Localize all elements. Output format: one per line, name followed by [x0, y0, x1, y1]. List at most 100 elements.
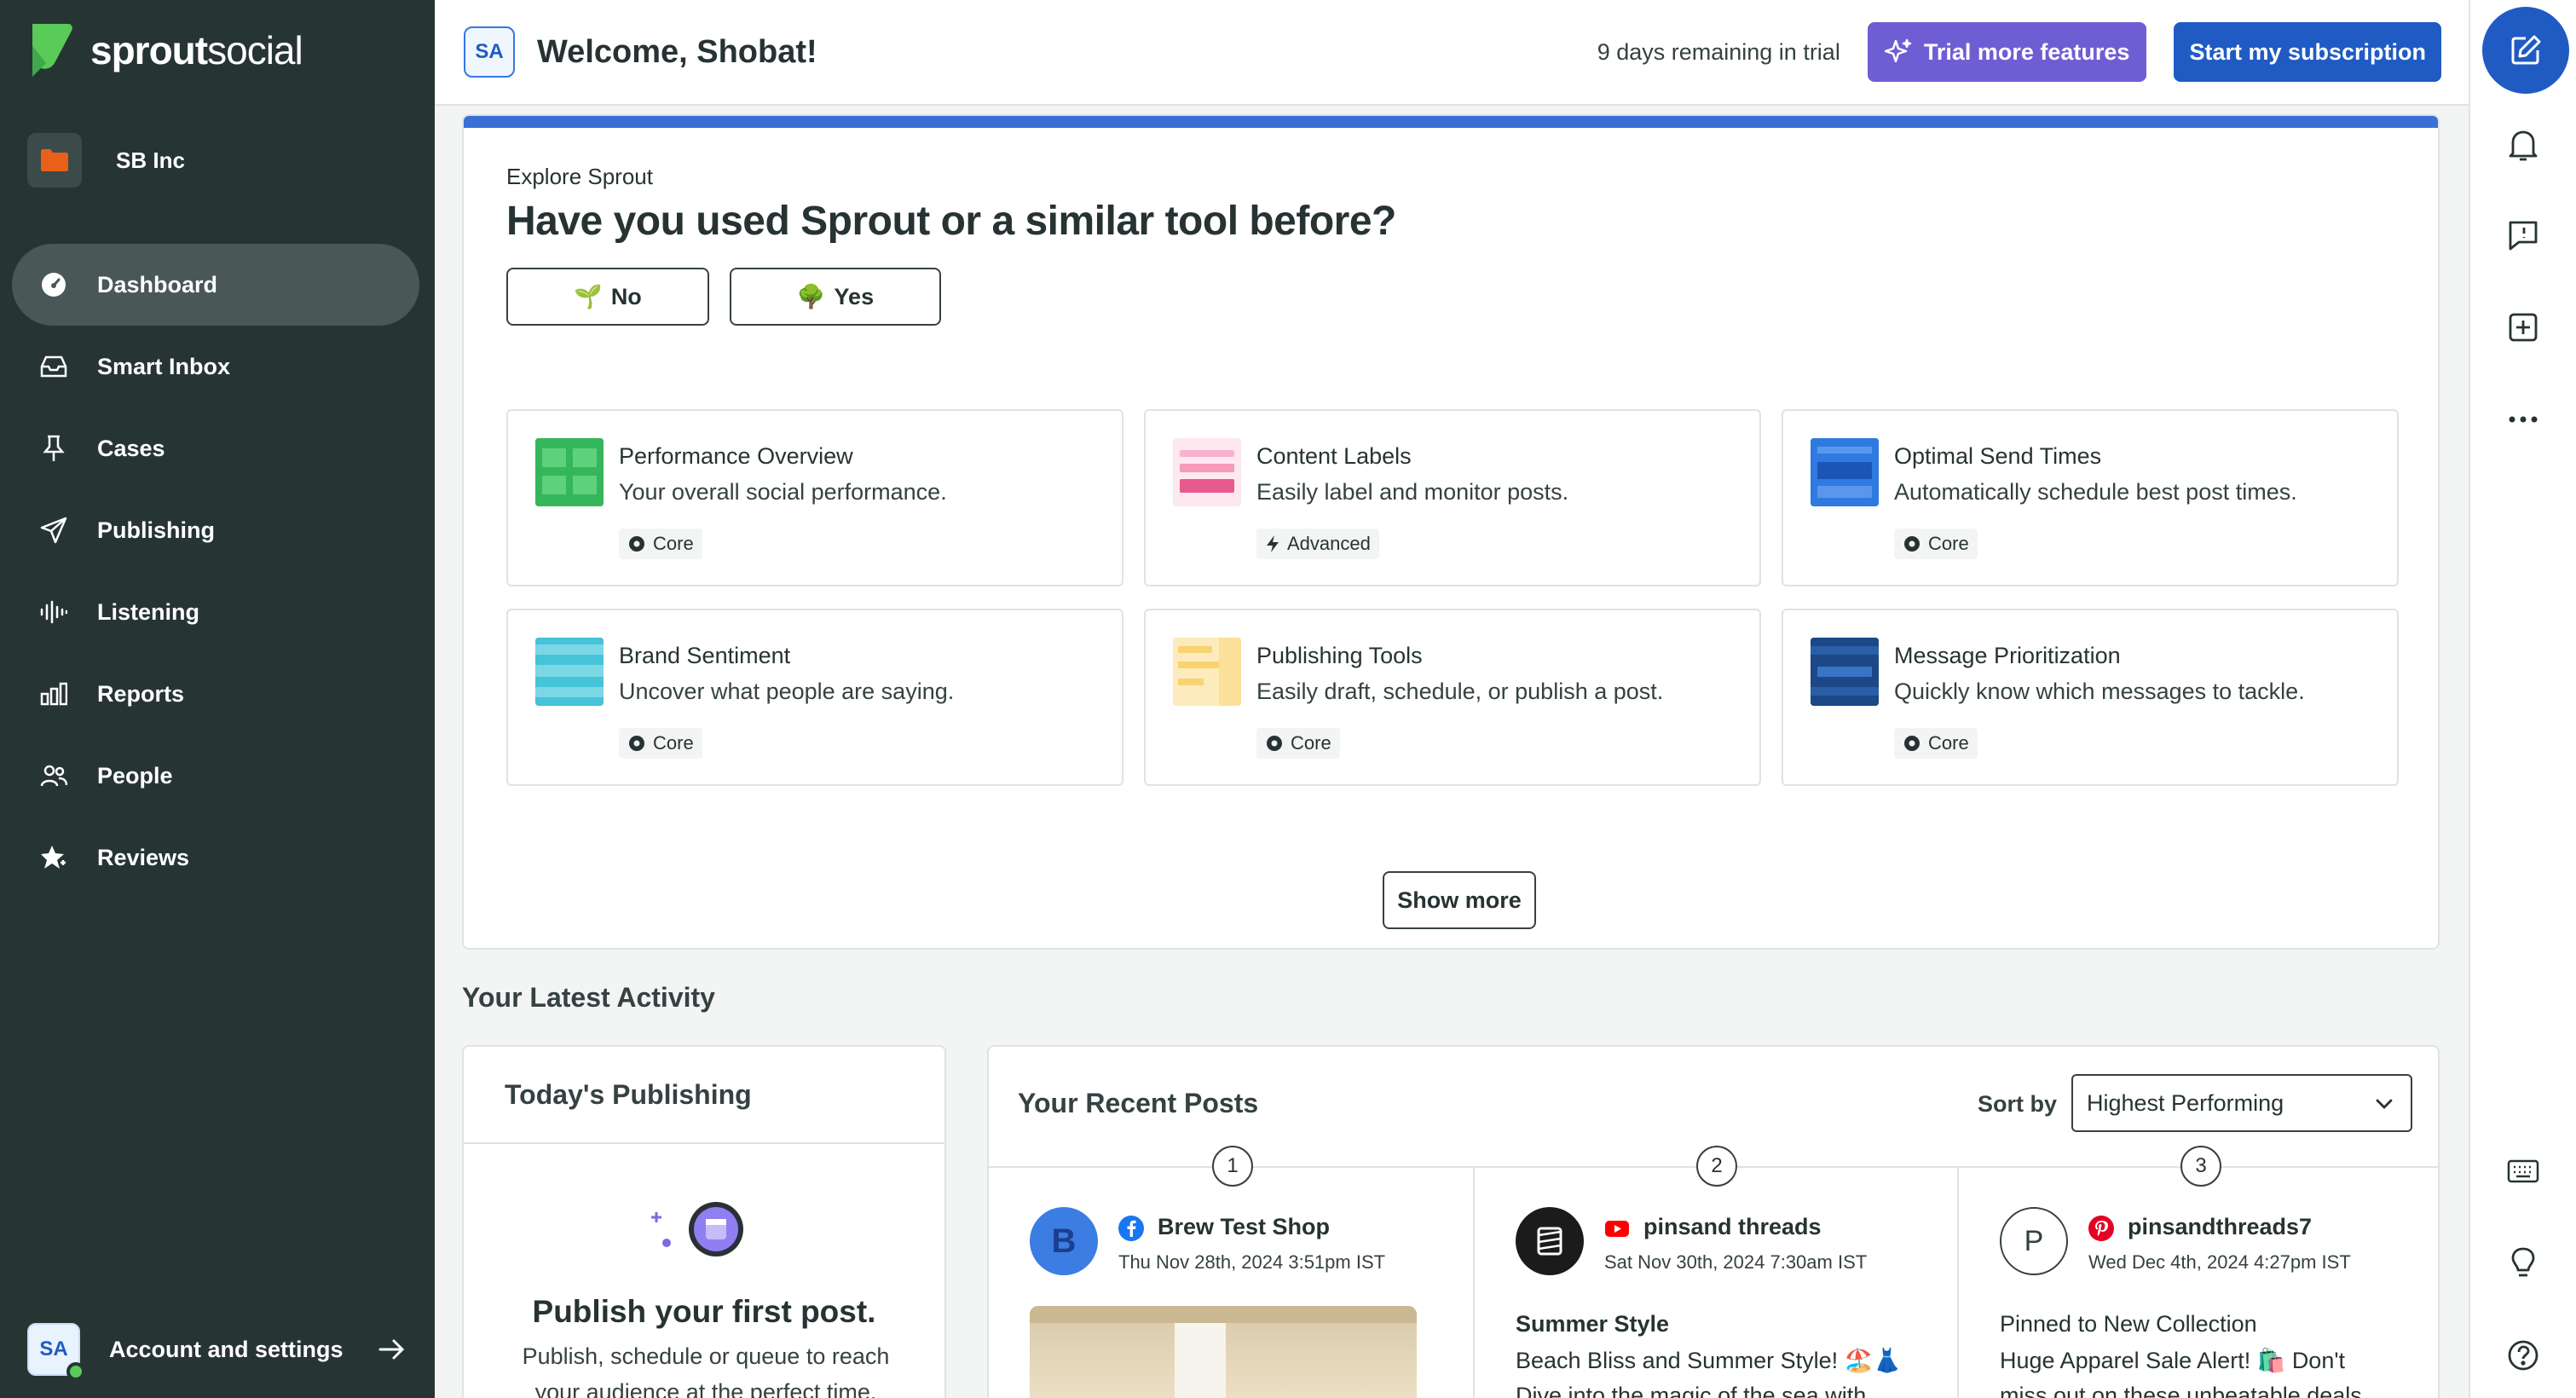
- performance-overview-thumbnail: [535, 438, 604, 506]
- feature-card-publishing-tools[interactable]: Publishing Tools Easily draft, schedule,…: [1144, 609, 1761, 786]
- nav-label: Listening: [97, 598, 199, 625]
- sprout-icon: 🌱: [574, 284, 603, 309]
- rank-badge: 3: [2180, 1146, 2221, 1187]
- feedback-chat-icon[interactable]: [2503, 215, 2544, 256]
- spool-logo-icon: [1537, 1227, 1562, 1256]
- tier-badge: Advanced: [1256, 529, 1379, 559]
- nav-item-smart-inbox[interactable]: Smart Inbox: [12, 326, 419, 407]
- recent-post-card[interactable]: 2 pinsand threads Sat Nov 30th, 2024 7:3…: [1473, 1146, 1957, 1398]
- trial-status: 9 days remaining in trial: [1597, 38, 1840, 65]
- card-desc: Automatically schedule best post times.: [1894, 479, 2297, 505]
- publishing-tools-thumbnail: [1173, 638, 1241, 706]
- waveform-icon: [39, 598, 68, 627]
- pinterest-icon: [2088, 1216, 2114, 1241]
- card-title: Publishing Tools: [1256, 643, 1423, 668]
- tier-badge: Core: [1894, 728, 1978, 759]
- sort-label: Sort by: [1978, 1091, 2058, 1117]
- post-text: Beach Bliss and Summer Style! 🏖️👗: [1516, 1348, 1902, 1373]
- avatar[interactable]: SA: [464, 26, 515, 78]
- post-account-name: pinsandthreads7: [2128, 1214, 2313, 1239]
- post-date: Wed Dec 4th, 2024 4:27pm IST: [2088, 1251, 2351, 1273]
- card-title: Content Labels: [1256, 443, 1412, 469]
- account-and-settings[interactable]: SA Account and settings: [27, 1320, 409, 1381]
- nav-item-cases[interactable]: Cases: [12, 407, 419, 489]
- page-title: Welcome, Shobat!: [537, 33, 817, 70]
- logo-wordmark: sproutsocial: [90, 28, 303, 72]
- card-desc: Easily draft, schedule, or publish a pos…: [1256, 679, 1664, 704]
- card-title: Message Prioritization: [1894, 643, 2121, 668]
- feature-card-message-prioritization[interactable]: Message Prioritization Quickly know whic…: [1782, 609, 2399, 786]
- tier-badge: Core: [619, 529, 702, 559]
- todays-publishing-panel: Today's Publishing Publish your first po…: [462, 1045, 946, 1398]
- compose-icon: [2511, 35, 2541, 65]
- card-desc: Easily label and monitor posts.: [1256, 479, 1569, 505]
- panel-title: Today's Publishing: [464, 1047, 944, 1144]
- explore-sprout-panel: Explore Sprout Have you used Sprout or a…: [462, 114, 2440, 950]
- sparkle-icon: [1884, 38, 1912, 63]
- card-desc: Your overall social performance.: [619, 479, 947, 505]
- top-bar: SA Welcome, Shobat! 9 days remaining in …: [435, 0, 2469, 106]
- bar-chart-icon: [39, 679, 68, 708]
- no-button[interactable]: 🌱 No: [506, 268, 709, 326]
- keyboard-shortcuts-icon[interactable]: [2503, 1151, 2544, 1192]
- org-switcher[interactable]: SB Inc: [27, 133, 185, 188]
- nav-item-dashboard[interactable]: Dashboard: [12, 244, 419, 326]
- empty-state-desc: Publish, schedule or queue to reach your…: [522, 1343, 890, 1398]
- feature-card-performance-overview[interactable]: Performance Overview Your overall social…: [506, 409, 1123, 586]
- paper-plane-icon: [39, 516, 68, 545]
- panel-accent-bar: [464, 116, 2438, 128]
- show-more-button[interactable]: Show more: [1383, 871, 1536, 929]
- recent-posts-panel: Your Recent Posts Sort by Highest Perfor…: [987, 1045, 2440, 1398]
- sort-dropdown[interactable]: Highest Performing: [2071, 1074, 2412, 1132]
- recent-post-card[interactable]: 3 P pinsandthreads7 Wed Dec 4th, 2024 4:…: [1957, 1146, 2441, 1398]
- right-rail: [2469, 0, 2576, 1398]
- lightbulb-icon[interactable]: [2503, 1243, 2544, 1284]
- org-name: SB Inc: [116, 147, 185, 173]
- avatar: P: [2000, 1207, 2068, 1275]
- tree-icon: 🌳: [796, 284, 826, 309]
- help-icon[interactable]: [2503, 1335, 2544, 1376]
- feature-card-optimal-send-times[interactable]: Optimal Send Times Automatically schedul…: [1782, 409, 2399, 586]
- rank-badge: 2: [1696, 1146, 1737, 1187]
- compose-button[interactable]: [2482, 7, 2569, 94]
- optimal-send-times-thumbnail: [1811, 438, 1879, 506]
- recent-post-card[interactable]: 1 B Brew Test Shop Thu Nov 28th, 2024 3:…: [989, 1146, 1473, 1398]
- yes-button[interactable]: 🌳 Yes: [730, 268, 941, 326]
- trial-more-features-button[interactable]: Trial more features: [1867, 22, 2147, 82]
- add-task-icon[interactable]: [2503, 307, 2544, 348]
- sprout-social-logo[interactable]: sproutsocial: [27, 20, 303, 80]
- people-icon: [39, 761, 68, 790]
- nav-label: People: [97, 762, 173, 789]
- nav-item-people[interactable]: People: [12, 735, 419, 817]
- panel-title: Your Recent Posts: [1018, 1088, 1259, 1118]
- post-text: miss out on these unbeatable deals: [2000, 1383, 2362, 1398]
- notifications-bell-icon[interactable]: [2503, 124, 2544, 165]
- sprout-leaf-icon: [32, 24, 72, 77]
- feature-card-content-labels[interactable]: Content Labels Easily label and monitor …: [1144, 409, 1761, 586]
- more-options-icon[interactable]: [2503, 399, 2544, 440]
- tier-badge: Core: [1256, 728, 1340, 759]
- nav-item-listening[interactable]: Listening: [12, 571, 419, 653]
- post-account-name: Brew Test Shop: [1158, 1214, 1331, 1239]
- post-date: Thu Nov 28th, 2024 3:51pm IST: [1118, 1251, 1386, 1273]
- inbox-icon: [39, 352, 68, 381]
- card-title: Brand Sentiment: [619, 643, 791, 668]
- nav-label: Cases: [97, 435, 165, 461]
- nav-item-publishing[interactable]: Publishing: [12, 489, 419, 571]
- explore-eyebrow: Explore Sprout: [506, 164, 653, 189]
- tier-badge: Core: [619, 728, 702, 759]
- nav-item-reviews[interactable]: Reviews: [12, 817, 419, 898]
- feature-card-brand-sentiment[interactable]: Brand Sentiment Uncover what people are …: [506, 609, 1123, 786]
- nav-item-reports[interactable]: Reports: [12, 653, 419, 735]
- main-content: Explore Sprout Have you used Sprout or a…: [435, 106, 2469, 1398]
- rank-badge: 1: [1212, 1146, 1253, 1187]
- gear-icon: [1267, 736, 1282, 751]
- folder-icon: [27, 133, 82, 188]
- post-text: Huge Apparel Sale Alert! 🛍️ Don't: [2000, 1348, 2345, 1373]
- start-subscription-button[interactable]: Start my subscription: [2174, 22, 2441, 82]
- sidebar: sproutsocial SB Inc Dashboard Smart Inbo…: [0, 0, 435, 1398]
- post-title: Pinned to New Collection: [2000, 1311, 2257, 1337]
- gear-icon: [1904, 736, 1920, 751]
- nav-label: Smart Inbox: [97, 353, 231, 379]
- post-account-name: pinsand threads: [1643, 1214, 1822, 1239]
